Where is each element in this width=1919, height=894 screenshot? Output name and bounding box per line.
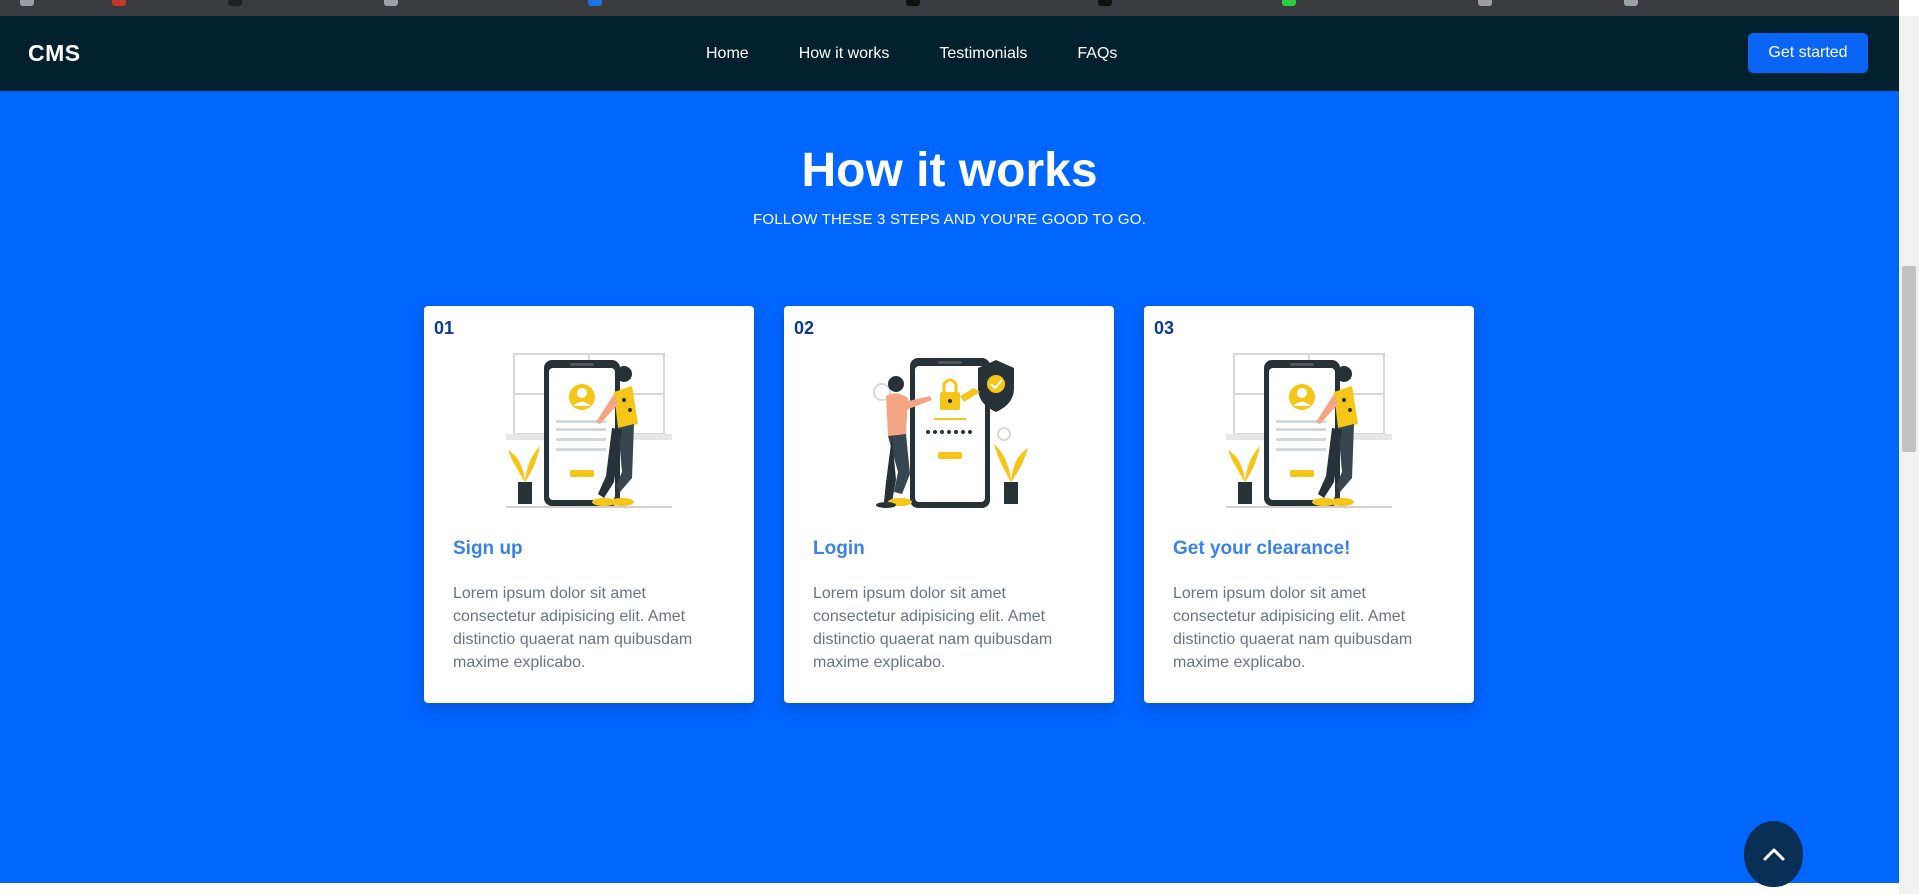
step-card-login: 02 Login Lorem ipsum dolor sit amet cons…	[784, 306, 1114, 703]
top-navbar: CMS Home How it works Testimonials FAQs …	[0, 16, 1899, 91]
bookmark-icon[interactable]	[1478, 0, 1492, 6]
bookmark-icon[interactable]	[20, 0, 34, 6]
how-it-works-section: How it works FOLLOW THESE 3 STEPS AND YO…	[0, 91, 1899, 883]
get-started-button[interactable]: Get started	[1748, 33, 1868, 73]
step-card-clearance: 03 Get your clearance! Lorem ipsum dolor…	[1144, 306, 1474, 703]
bookmark-icon[interactable]	[1098, 0, 1112, 6]
step-card-sign-up: 01 Sign up Lorem ipsum dolor sit amet co…	[424, 306, 754, 703]
clearance-illustration-icon	[1226, 353, 1392, 508]
login-illustration-icon	[873, 358, 1028, 508]
step-number: 01	[434, 318, 455, 338]
scrollbar-thumb[interactable]	[1902, 266, 1916, 452]
bookmark-icon[interactable]	[588, 0, 602, 6]
bookmark-icon[interactable]	[228, 0, 242, 6]
page-footer-edge	[0, 883, 1899, 894]
step-title: Sign up	[453, 538, 523, 559]
nav-link-home[interactable]: Home	[706, 45, 749, 63]
scroll-to-top-button[interactable]	[1744, 821, 1803, 887]
browser-bookmarks-strip	[0, 0, 1899, 16]
step-number: 02	[794, 318, 815, 338]
chevron-up-icon	[1763, 848, 1784, 861]
step-description: Lorem ipsum dolor sit amet consectetur a…	[813, 585, 1053, 671]
brand-logo[interactable]: CMS	[28, 16, 81, 91]
bookmark-icon[interactable]	[906, 0, 920, 6]
nav-links: Home How it works Testimonials FAQs	[706, 16, 1117, 91]
page-scrollbar[interactable]	[1899, 16, 1919, 894]
nav-link-how-it-works[interactable]: How it works	[799, 45, 890, 63]
step-number: 03	[1154, 318, 1175, 338]
nav-link-faqs[interactable]: FAQs	[1077, 45, 1117, 63]
step-description: Lorem ipsum dolor sit amet consectetur a…	[1173, 585, 1413, 671]
nav-link-testimonials[interactable]: Testimonials	[939, 45, 1027, 63]
bookmark-icon[interactable]	[1624, 0, 1638, 6]
section-title: How it works	[801, 144, 1098, 197]
bookmark-icon[interactable]	[112, 0, 126, 6]
step-description: Lorem ipsum dolor sit amet consectetur a…	[453, 585, 693, 671]
bookmark-icon[interactable]	[384, 0, 398, 6]
step-title: Get your clearance!	[1173, 538, 1351, 559]
step-title: Login	[813, 538, 865, 559]
bookmark-icon[interactable]	[1282, 0, 1296, 6]
signup-illustration-icon	[506, 353, 672, 508]
section-subtitle: FOLLOW THESE 3 STEPS AND YOU'RE GOOD TO …	[753, 211, 1146, 228]
